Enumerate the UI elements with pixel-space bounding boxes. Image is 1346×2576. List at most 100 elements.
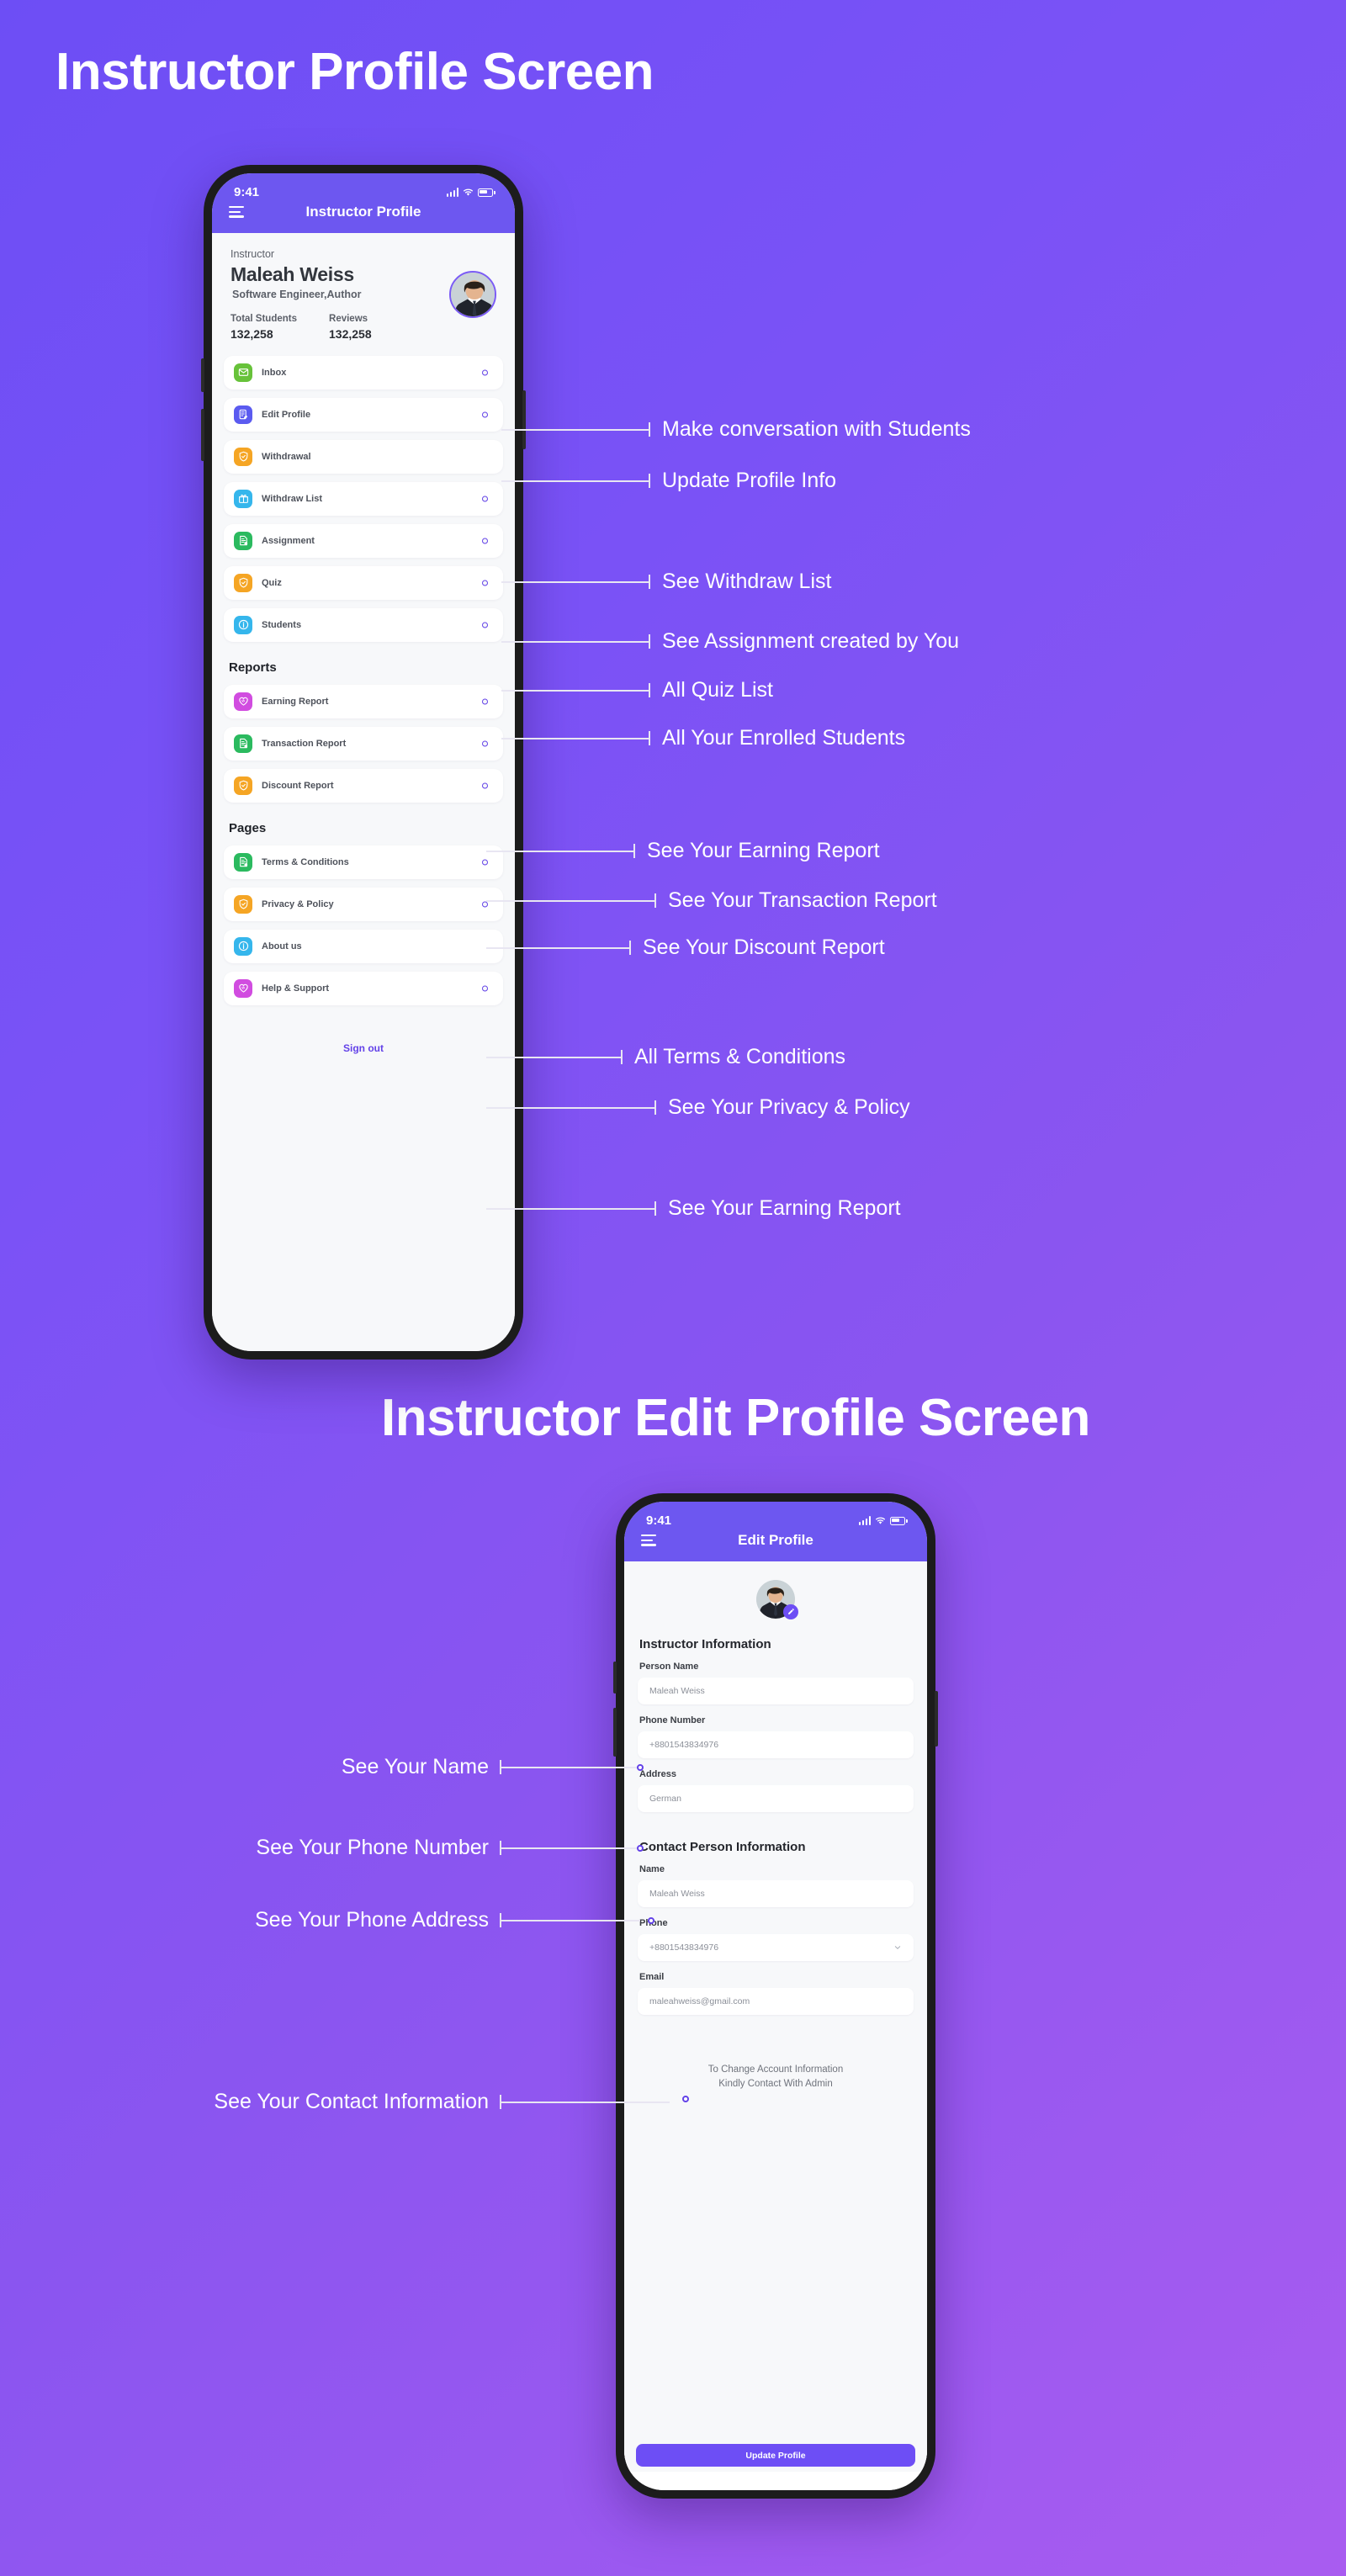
status-bar: 9:41 (624, 1502, 927, 1529)
menu-item-edit-profile[interactable]: Edit Profile (224, 397, 503, 432)
field-input-phone[interactable]: +8801543834976 (638, 1933, 914, 1961)
phone-mockup-profile: 9:41 Instructor Profile Instructor Malea… (201, 165, 526, 1360)
update-profile-button[interactable]: Update Profile (636, 2444, 915, 2467)
menu-item-privacy-policy[interactable]: Privacy & Policy (224, 887, 503, 921)
hamburger-icon[interactable] (229, 206, 244, 218)
annotation-line (486, 850, 633, 852)
doc-check-icon (234, 734, 252, 753)
menu-item-transaction-report[interactable]: Transaction Report (224, 726, 503, 761)
menu-item-label: Assignment (262, 535, 315, 546)
admin-note: To Change Account Information Kindly Con… (638, 2026, 914, 2093)
phone-volume-up-button[interactable] (201, 358, 204, 392)
menu-item-label: Transaction Report (262, 738, 347, 749)
annotation-text: Update Profile Info (662, 469, 837, 492)
app-bar-title: Edit Profile (738, 1531, 813, 1548)
stat-value: 132,258 (231, 326, 273, 341)
field-input-name[interactable]: Maleah Weiss (638, 1879, 914, 1907)
shield-check-icon (234, 447, 252, 466)
annotation-anchor-dot (482, 782, 488, 789)
signal-icon (858, 1516, 871, 1525)
doc-check-icon (234, 531, 252, 550)
annotation-anchor-dot (482, 622, 488, 628)
status-icons (446, 187, 495, 198)
annotation-text: See Your Privacy & Policy (668, 1095, 910, 1119)
annotation-line (486, 899, 654, 902)
annotation-line (501, 2101, 670, 2103)
field-input-person-name[interactable]: Maleah Weiss (638, 1677, 914, 1704)
menu-item-label: Discount Report (262, 780, 334, 791)
annotation-cap (649, 575, 650, 589)
field-input-address[interactable]: German (638, 1784, 914, 1812)
edit-doc-icon (234, 405, 252, 424)
menu-item-discount-report[interactable]: Discount Report (224, 768, 503, 803)
stat-label: Total Students (231, 313, 298, 324)
annotation-anchor-dot (482, 496, 488, 502)
sign-out-button[interactable]: Sign out (212, 1014, 515, 1054)
annotation-line (486, 1207, 654, 1210)
instructor-subtitle: Software Engineer,Author (232, 288, 362, 300)
info-icon (234, 936, 252, 956)
annotation-line (501, 737, 649, 739)
field-label-person-name: Person Name (639, 1661, 699, 1672)
avatar (756, 1579, 798, 1619)
avatar-edit-wrapper (638, 1558, 914, 1634)
menu-item-assignment[interactable]: Assignment (224, 523, 503, 558)
menu-item-terms-conditions[interactable]: Terms & Conditions (224, 845, 503, 879)
pencil-icon[interactable] (783, 1603, 798, 1619)
annotation-callout: Update Profile Info (501, 469, 836, 493)
phone-volume-down-button[interactable] (613, 1708, 617, 1757)
instructor-stats: Total Students 132,258 Reviews 132,258 (231, 314, 372, 341)
annotation-anchor-dot (648, 1917, 654, 1924)
envelope-icon (234, 363, 252, 382)
update-button-zone: Update Profile (624, 2092, 927, 2472)
field-input-phone-number[interactable]: +8801543834976 (638, 1731, 914, 1758)
stat-value: 132,258 (329, 326, 372, 341)
annotation-text: See Your Earning Report (647, 839, 880, 862)
field-label-phone: Phone (639, 1918, 914, 1928)
menu-item-earning-report[interactable]: Earning Report (224, 684, 503, 718)
menu-item-inbox[interactable]: Inbox (224, 355, 503, 390)
annotation-text: See Your Earning Report (668, 1196, 901, 1220)
field-label-address: Address (639, 1768, 677, 1779)
annotation-line (501, 428, 649, 431)
annotation-text: See Your Name (341, 1755, 489, 1778)
annotation-callout: See Your Phone Number (256, 1836, 640, 1860)
phone-power-button[interactable] (935, 1691, 938, 1746)
instructor-role-label: Instructor (231, 247, 275, 260)
annotation-line (486, 946, 629, 949)
annotation-callout: All Your Enrolled Students (501, 726, 905, 750)
annotation-callout: Make conversation with Students (501, 417, 971, 442)
annotation-cap (654, 1201, 656, 1216)
menu-item-students[interactable]: Students (224, 607, 503, 642)
annotation-cap (629, 941, 631, 955)
instructor-fields: Person Name Maleah Weiss Phone Number +8801… (638, 1662, 914, 1812)
doc-check-icon (234, 852, 252, 872)
annotation-line (501, 689, 649, 692)
field-label-phone-number: Phone Number (639, 1715, 706, 1725)
phone-volume-up-button[interactable] (613, 1662, 617, 1693)
menu-item-quiz[interactable]: Quiz (224, 565, 503, 600)
annotation-line (486, 1056, 621, 1058)
gift-icon (234, 489, 252, 508)
menu-list-pages: Terms & Conditions Privacy & Policy About … (212, 845, 515, 1014)
pages-heading: Pages (229, 820, 267, 835)
chevron-down-icon[interactable] (893, 1943, 902, 1952)
menu-item-about-us[interactable]: About us (224, 929, 503, 963)
annotation-text: See Your Discount Report (643, 936, 885, 959)
annotation-anchor-dot (482, 538, 488, 544)
menu-item-withdraw-list[interactable]: Withdraw List (224, 481, 503, 516)
menu-item-help-support[interactable]: Help & Support (224, 971, 503, 1005)
annotation-callout: See Your Earning Report (486, 1196, 901, 1221)
hamburger-icon[interactable] (641, 1534, 656, 1546)
profile-screen-body: Instructor Maleah Weiss Software Enginee… (212, 229, 515, 1351)
phone-volume-down-button[interactable] (201, 409, 204, 461)
phone-screen-profile: 9:41 Instructor Profile Instructor Malea… (212, 173, 515, 1351)
field-label-email: Email (639, 1971, 665, 1982)
phone-mockup-edit-profile: 9:41 Edit Profile Instructor Information… (613, 1493, 938, 2499)
annotation-text: All Quiz List (662, 678, 773, 702)
menu-item-withdrawal[interactable]: Withdrawal (224, 439, 503, 474)
annotation-text: See Your Phone Number (256, 1836, 489, 1859)
annotation-anchor-dot (482, 411, 488, 418)
field-input-email[interactable]: maleahweiss@gmail.com (638, 1987, 914, 2015)
menu-item-label: Quiz (262, 577, 282, 588)
